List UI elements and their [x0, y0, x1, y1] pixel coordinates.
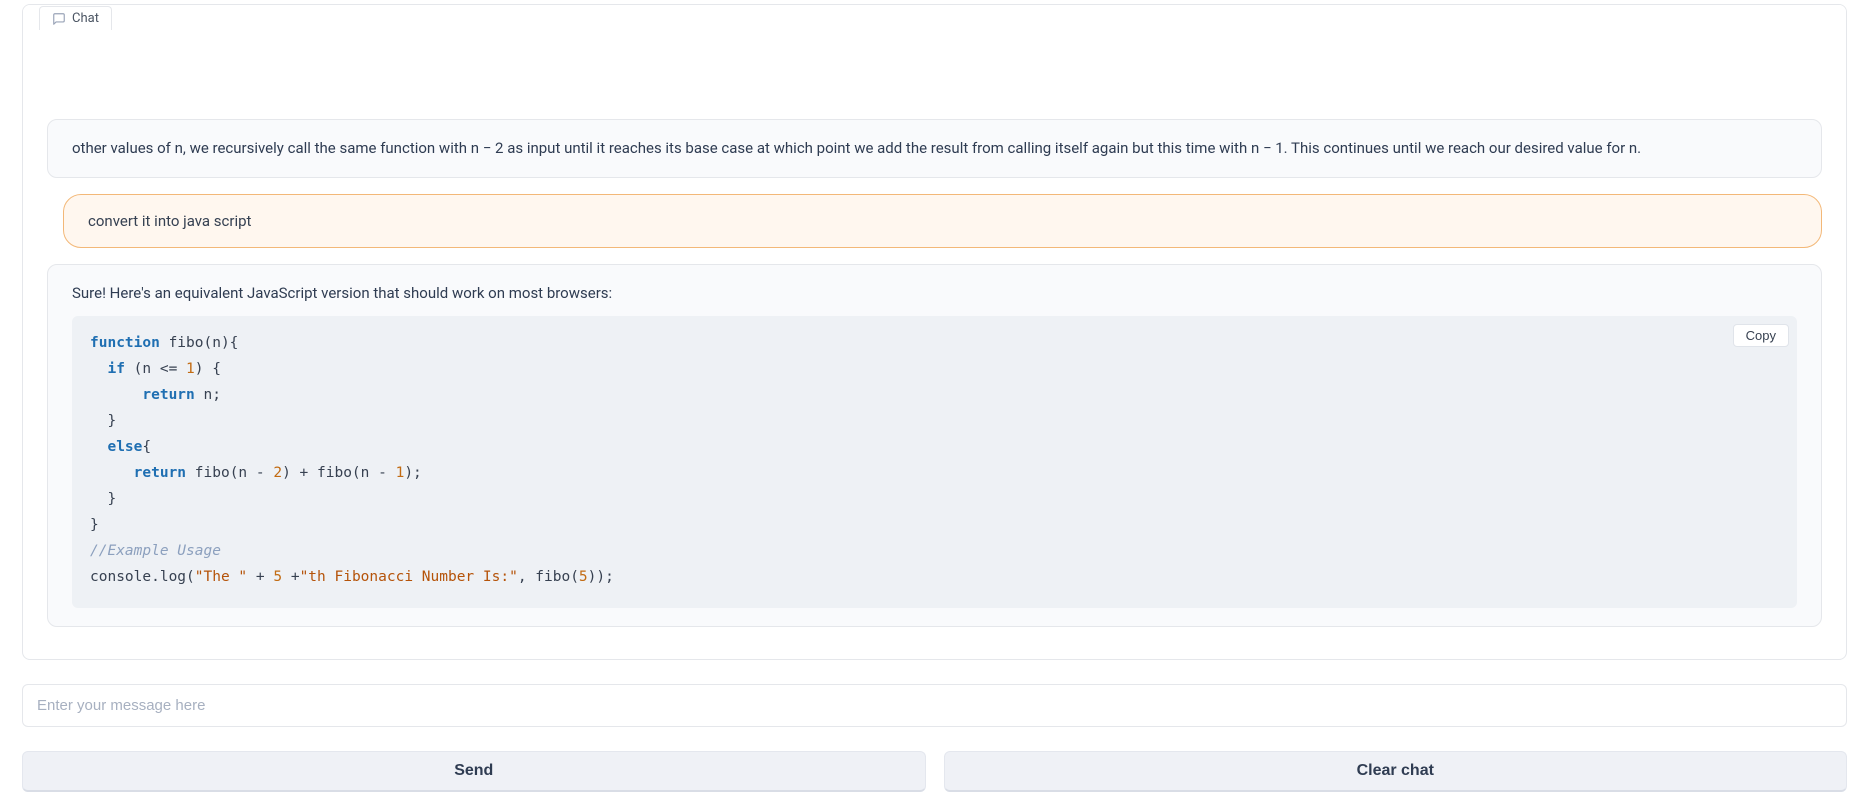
code-token: fibo(n){	[160, 335, 239, 351]
code-token: 5	[579, 569, 588, 585]
input-row	[22, 684, 1847, 727]
code-token: ) {	[195, 361, 221, 377]
code-token: fibo(n -	[186, 465, 273, 481]
code-token: +	[282, 569, 299, 585]
chat-body: other values of n, we recursively call t…	[23, 29, 1846, 659]
code-token: }	[90, 491, 116, 507]
code-token: "The "	[195, 569, 247, 585]
chat-scroll[interactable]: other values of n, we recursively call t…	[23, 29, 1846, 659]
code-token: 5	[273, 569, 282, 585]
code-token: );	[404, 465, 421, 481]
code-token: }	[90, 413, 116, 429]
assistant-message-prev: other values of n, we recursively call t…	[47, 119, 1822, 178]
code-token: ));	[588, 569, 614, 585]
assistant-text-tail: other values of n, we recursively call t…	[72, 136, 1797, 161]
tab-chat[interactable]: Chat	[39, 6, 112, 30]
assistant-message: Sure! Here's an equivalent JavaScript ve…	[47, 264, 1822, 628]
code-token: {	[142, 439, 151, 455]
spacer	[39, 29, 1830, 119]
button-row: Send Clear chat	[22, 751, 1847, 792]
code-token: +	[247, 569, 273, 585]
tab-strip: Chat	[23, 5, 1846, 29]
chat-icon	[52, 12, 66, 26]
code-token: console.log(	[90, 569, 195, 585]
copy-button[interactable]: Copy	[1733, 324, 1789, 347]
clear-chat-button[interactable]: Clear chat	[944, 751, 1848, 792]
message-input[interactable]	[23, 685, 1846, 726]
bottom-area: Send Clear chat	[0, 660, 1861, 808]
code-token: return	[134, 465, 186, 481]
code-token: n;	[195, 387, 221, 403]
code-token: //Example Usage	[90, 543, 221, 559]
send-button[interactable]: Send	[22, 751, 926, 792]
code-token: 2	[273, 465, 282, 481]
code-token: return	[142, 387, 194, 403]
code-content: function fibo(n){ if (n <= 1) { return n…	[90, 330, 1779, 591]
chat-panel: Chat other values of n, we recursively c…	[22, 4, 1847, 660]
user-message: convert it into java script	[63, 194, 1822, 248]
code-token: ) + fibo(n -	[282, 465, 396, 481]
code-token: }	[90, 517, 99, 533]
code-token: , fibo(	[518, 569, 579, 585]
code-token: 1	[186, 361, 195, 377]
code-block: Copy function fibo(n){ if (n <= 1) { ret…	[72, 316, 1797, 609]
code-token: function	[90, 335, 160, 351]
code-token: if	[107, 361, 124, 377]
user-text: convert it into java script	[88, 212, 251, 230]
code-token: else	[107, 439, 142, 455]
code-token: (n <=	[125, 361, 186, 377]
tab-label: Chat	[72, 11, 99, 26]
assistant-intro: Sure! Here's an equivalent JavaScript ve…	[72, 281, 1797, 306]
code-token: "th Fibonacci Number Is:"	[300, 569, 518, 585]
